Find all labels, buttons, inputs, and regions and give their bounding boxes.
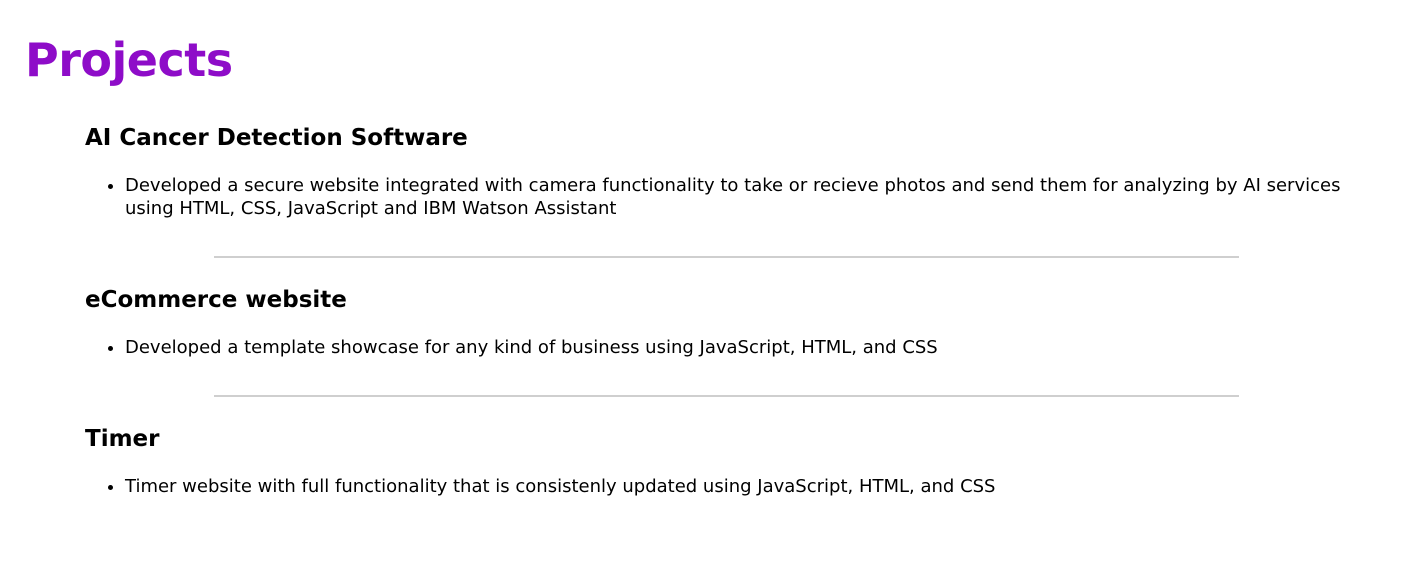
project-divider <box>214 395 1239 397</box>
project-bullet: Timer website with full functionality th… <box>125 475 1345 498</box>
project-title: Timer <box>85 426 160 452</box>
project-title: eCommerce website <box>85 287 347 313</box>
project-bullet: Developed a secure website integrated wi… <box>125 174 1345 220</box>
project-item: Timer Timer website with full functional… <box>85 423 1345 498</box>
project-bullet: Developed a template showcase for any ki… <box>125 336 1345 359</box>
project-bullet-list: Developed a template showcase for any ki… <box>85 336 1345 359</box>
project-list: AI Cancer Detection Software Developed a… <box>85 122 1345 498</box>
project-title: AI Cancer Detection Software <box>85 125 468 151</box>
project-item: AI Cancer Detection Software Developed a… <box>85 122 1345 220</box>
project-item: eCommerce website Developed a template s… <box>85 284 1345 359</box>
project-bullet-list: Developed a secure website integrated wi… <box>85 174 1345 220</box>
section-title: Projects <box>25 33 233 87</box>
project-bullet-list: Timer website with full functionality th… <box>85 475 1345 498</box>
project-divider <box>214 256 1239 258</box>
projects-page: Projects AI Cancer Detection Software De… <box>0 0 1413 580</box>
